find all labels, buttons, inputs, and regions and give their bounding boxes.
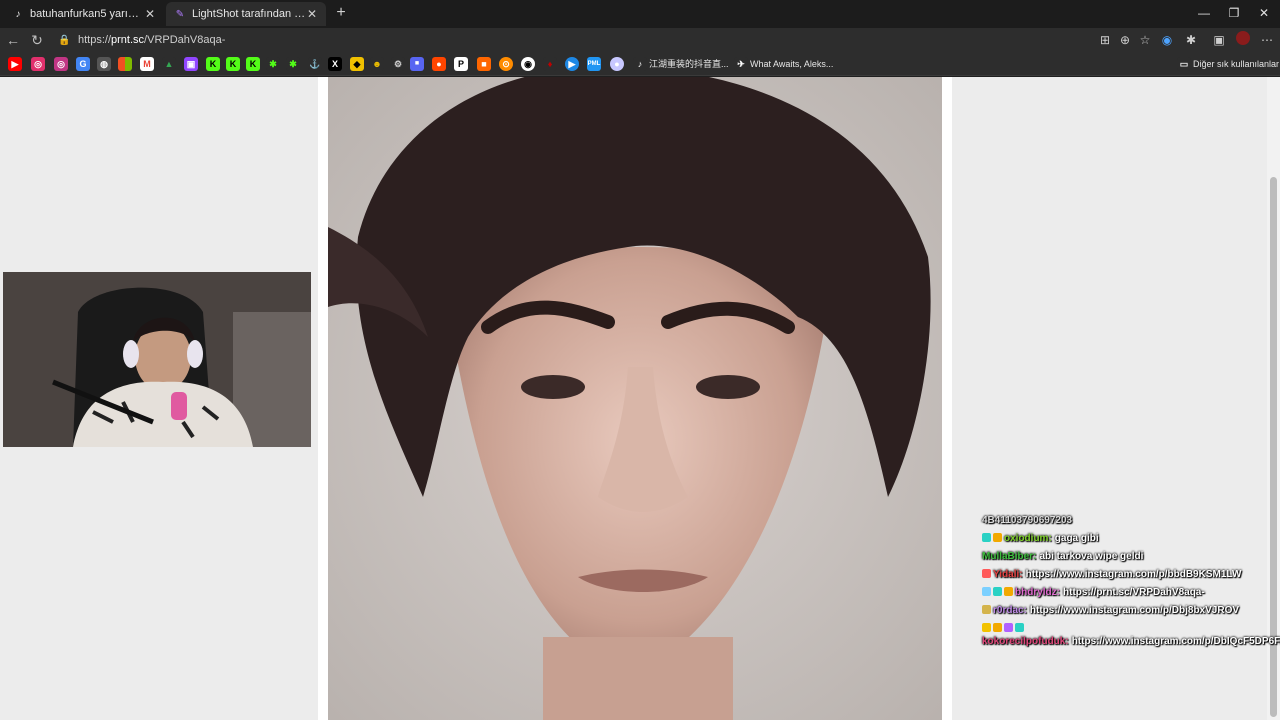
reddit-icon[interactable]: ● bbox=[432, 57, 446, 71]
translate-icon[interactable]: G bbox=[76, 57, 90, 71]
badge-icon bbox=[993, 533, 1002, 542]
collections-icon[interactable]: ▣ bbox=[1210, 31, 1228, 49]
chat-message: bhdryldz: https://prnt.sc/VRPDahV8aqa- bbox=[982, 584, 1278, 602]
chat-message: kokorecilpofuduk: https://www.instagram.c… bbox=[982, 635, 1280, 649]
maximize-button[interactable]: ❐ bbox=[1222, 4, 1246, 22]
chat-text: https://www.instagram.com/p/Dbj8bxVJROV bbox=[1029, 605, 1240, 616]
instagram-icon[interactable]: ◎ bbox=[54, 57, 68, 71]
chat-message: oxiodium: gaga gibi bbox=[982, 530, 1278, 548]
chat-text: https://www.instagram.com/p/bbdB9KSM1LW bbox=[1025, 569, 1242, 580]
badge-icon bbox=[982, 569, 991, 578]
other-favorites[interactable]: Diğer sık kullanılanlar bbox=[1193, 57, 1279, 71]
chat-username: r0rdac: bbox=[993, 605, 1027, 616]
chat-message: Yidali: https://www.instagram.com/p/bbdB9… bbox=[982, 566, 1278, 584]
extensions-icon[interactable]: ✱ bbox=[1182, 31, 1200, 49]
folder-icon[interactable]: ▭ bbox=[1177, 57, 1191, 71]
badge-icon bbox=[1004, 623, 1013, 632]
app-icon[interactable]: ♦ bbox=[543, 57, 557, 71]
steam-icon[interactable]: ⚙ bbox=[391, 57, 405, 71]
browser-toolbar: ← ↻ 🔒 https://prnt.sc/VRPDahV8aqa- ⊞ ⊕ ☆… bbox=[0, 28, 1280, 52]
gamepad-icon[interactable]: ☻ bbox=[370, 57, 384, 71]
streamer-webcam bbox=[3, 272, 311, 447]
bookmark-steam[interactable]: What Awaits, Aleks... bbox=[750, 57, 833, 71]
favorite-star-icon[interactable]: ☆ bbox=[1136, 31, 1154, 49]
profile-avatar[interactable] bbox=[1234, 31, 1252, 49]
close-icon[interactable]: ✕ bbox=[144, 7, 156, 21]
chat-username: MullaBiber: bbox=[982, 551, 1037, 562]
address-bar[interactable]: 🔒 https://prnt.sc/VRPDahV8aqa- bbox=[52, 30, 1152, 50]
webcam-image bbox=[3, 272, 311, 447]
tab-strip: ♪ batuhanfurkan5 yarışmanın en coo ✕ ✎ L… bbox=[0, 0, 1280, 28]
chat-username: Yidali: bbox=[993, 569, 1023, 580]
badge-icon bbox=[1015, 623, 1024, 632]
tab-tiktok[interactable]: ♪ batuhanfurkan5 yarışmanın en coo ✕ bbox=[4, 2, 164, 26]
chat-text: https://www.instagram.com/p/DbIQcF5DP6F/ bbox=[1071, 636, 1280, 647]
chat-username: bhdryldz: bbox=[1015, 587, 1060, 598]
chat-message bbox=[982, 623, 1278, 635]
app-icon[interactable]: ■ bbox=[477, 57, 491, 71]
anchor-icon[interactable]: ⚓ bbox=[308, 57, 322, 71]
chat-header: 4B41103790697203 bbox=[982, 515, 1073, 526]
kick-icon[interactable]: K bbox=[246, 57, 260, 71]
patreon-icon[interactable]: P bbox=[454, 57, 468, 71]
x-icon[interactable]: X bbox=[328, 57, 342, 71]
kick-icon[interactable]: K bbox=[206, 57, 220, 71]
badge-icon bbox=[982, 533, 991, 542]
kick-icon[interactable]: ✱ bbox=[286, 57, 300, 71]
tab-label: batuhanfurkan5 yarışmanın en coo bbox=[30, 8, 144, 20]
chat-text: abi tarkova wipe geldi bbox=[1039, 551, 1144, 562]
steam-icon[interactable]: ✈ bbox=[734, 57, 748, 71]
tab-lightshot[interactable]: ✎ LightShot tarafından Ekran Görünt ✕ bbox=[166, 2, 326, 26]
app-icon[interactable]: ⊙ bbox=[499, 57, 513, 71]
kick-icon[interactable]: K bbox=[226, 57, 240, 71]
gmail-icon[interactable]: M bbox=[140, 57, 154, 71]
screenshot-photo bbox=[328, 77, 942, 720]
badge-icon bbox=[1004, 587, 1013, 596]
chat-username: oxiodium: bbox=[1004, 533, 1052, 544]
chat-message: MullaBiber: abi tarkova wipe geldi bbox=[982, 548, 1278, 566]
url-text: https://prnt.sc/VRPDahV8aqa- bbox=[78, 34, 226, 46]
new-tab-button[interactable]: + bbox=[332, 4, 350, 22]
app-icon[interactable]: ● bbox=[610, 57, 624, 71]
badge-icon bbox=[982, 587, 991, 596]
gamepad-icon[interactable]: ◆ bbox=[350, 57, 364, 71]
discord-icon[interactable]: ■ bbox=[410, 57, 424, 71]
bookmark-tiktok[interactable]: 江湖重装的抖音直... bbox=[649, 57, 729, 71]
badge-icon bbox=[993, 587, 1002, 596]
stream-chat-overlay: 4B41103790697203 oxiodium: gaga gibi Mull… bbox=[982, 512, 1280, 649]
back-button[interactable]: ← bbox=[4, 31, 22, 49]
tiktok-icon: ♪ bbox=[15, 8, 21, 20]
badge-icon bbox=[993, 623, 1002, 632]
chat-text: https://prnt.sc/VRPDahV8aqa- bbox=[1063, 587, 1205, 598]
globe-icon[interactable]: ◍ bbox=[97, 57, 111, 71]
face-photo bbox=[328, 77, 942, 720]
reload-button[interactable]: ↻ bbox=[28, 31, 46, 49]
tiktok-icon[interactable]: ♪ bbox=[633, 57, 647, 71]
chat-text: gaga gibi bbox=[1054, 533, 1099, 544]
microsoft-icon[interactable] bbox=[118, 57, 132, 71]
play-icon[interactable]: ▶ bbox=[565, 57, 579, 71]
app-icon[interactable]: ◉ bbox=[521, 57, 535, 71]
close-icon[interactable]: ✕ bbox=[306, 7, 318, 21]
screenshot-icon[interactable]: ⊞ bbox=[1096, 31, 1114, 49]
site-info-icon[interactable]: 🔒 bbox=[58, 35, 72, 46]
minimize-button[interactable]: — bbox=[1192, 4, 1216, 22]
drive-icon[interactable]: ▲ bbox=[162, 57, 176, 71]
bookmarks-bar: ▶ ◎ ◎ G ◍ M ▲ ▣ K K K ✱ ✱ ⚓ X ◆ ☻ ⚙ ■ ● … bbox=[0, 52, 1280, 76]
menu-icon[interactable]: ⋯ bbox=[1258, 31, 1276, 49]
kick-icon[interactable]: ✱ bbox=[266, 57, 280, 71]
close-window-button[interactable]: ✕ bbox=[1252, 4, 1276, 22]
chat-username: kokorecilpofuduk: bbox=[982, 636, 1069, 647]
lightshot-feather-icon: ✎ bbox=[175, 8, 185, 20]
youtube-icon[interactable]: ▶ bbox=[8, 57, 22, 71]
twitch-icon[interactable]: ▣ bbox=[184, 57, 198, 71]
read-aloud-icon[interactable]: ◉ bbox=[1158, 31, 1176, 49]
instagram-icon[interactable]: ◎ bbox=[31, 57, 45, 71]
badge-icon bbox=[982, 623, 991, 632]
app-icon[interactable]: PML bbox=[587, 57, 601, 71]
tab-label: LightShot tarafından Ekran Görünt bbox=[192, 8, 306, 20]
badge-icon bbox=[982, 605, 991, 614]
zoom-icon[interactable]: ⊕ bbox=[1116, 31, 1134, 49]
chat-message: r0rdac: https://www.instagram.com/p/Dbj8b… bbox=[982, 602, 1278, 620]
